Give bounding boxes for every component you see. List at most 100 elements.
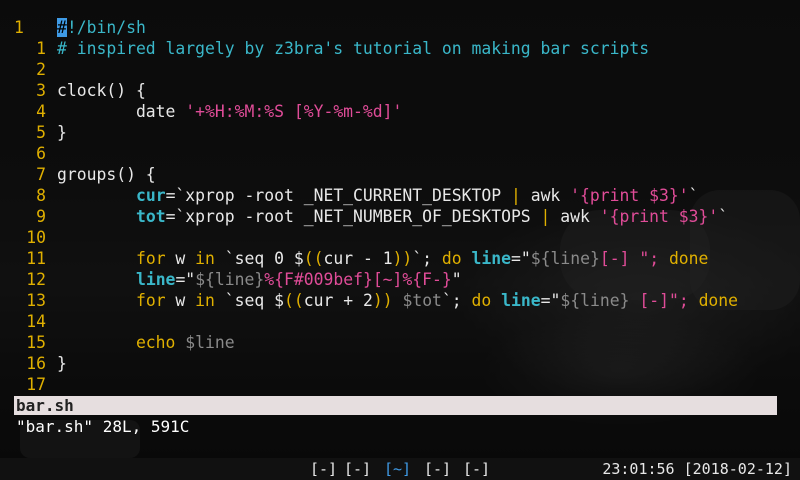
line-number: 4 [36, 102, 46, 121]
code-token: [-]"; [629, 291, 699, 310]
code-token: )) [392, 249, 413, 268]
code-token: ${line} [530, 249, 600, 268]
line-number: 7 [36, 165, 46, 184]
code-text: } [57, 353, 67, 374]
code-token: =`xprop -root _NET_NUMBER_OF_DESKTOPS [165, 207, 541, 226]
code-token: in [195, 291, 215, 310]
code-token: '+%H:%M:%S [%Y-%m-%d]' [185, 102, 403, 121]
top-panel-bar: [-] [-] [~] [-] [-] 23:01:56 [2018-02-12] [0, 458, 800, 480]
code-token: clock() { [57, 81, 146, 100]
line-number: 17 [26, 375, 46, 394]
line-number: 8 [36, 186, 46, 205]
code-token: | [510, 186, 521, 205]
code-token: cur - 1 [323, 249, 393, 268]
code-token: w [165, 291, 196, 310]
code-token: echo [57, 333, 186, 352]
code-token: for [135, 249, 166, 268]
code-token: groups() { [57, 165, 156, 184]
code-text: echo $line [57, 332, 235, 353]
line-number: 9 [36, 207, 46, 226]
code-text: line="${line}%{F#009bef}[~]%{F-}" [57, 269, 462, 290]
workspace-indicator[interactable]: [-] [310, 458, 337, 480]
line-number: 14 [26, 312, 46, 331]
code-token: `seq $ [214, 291, 284, 310]
line-number: 11 [26, 249, 46, 268]
line-number: 10 [26, 228, 46, 247]
code-text: date '+%H:%M:%S [%Y-%m-%d]' [57, 101, 402, 122]
code-token: =" [175, 270, 196, 289]
code-token: `seq 0 $ [214, 249, 304, 268]
code-token: " [451, 270, 462, 289]
code-token: done [668, 249, 709, 268]
panel-clock: 23:01:56 [2018-02-12] [602, 460, 792, 478]
workspace-indicator-active[interactable]: [~] [384, 458, 411, 480]
code-token: date [57, 102, 186, 121]
code-text: groups() { [57, 164, 156, 185]
code-token: in [195, 249, 215, 268]
line-number: 6 [36, 144, 46, 163]
vim-message-line: "bar.sh" 28L, 591C [16, 417, 190, 436]
code-token: tot [135, 207, 166, 226]
code-token: ${line} [195, 270, 265, 289]
statusline-filename: bar.sh [16, 396, 74, 415]
code-token: } [57, 123, 67, 142]
code-token: line [471, 249, 512, 268]
code-text: } [57, 122, 67, 143]
workspace-indicator[interactable]: [-] [463, 458, 490, 480]
code-token: do [471, 291, 492, 310]
line-number: 16 [26, 354, 46, 373]
line-number: 1 [36, 39, 46, 58]
code-token: =" [540, 291, 561, 310]
line-number: 2 [36, 60, 46, 79]
code-token: | [540, 207, 551, 226]
code-token: $line [185, 333, 235, 352]
line-number: 3 [36, 81, 46, 100]
code-token: =`xprop -root _NET_CURRENT_DESKTOP [165, 186, 511, 205]
code-token: awk [550, 207, 600, 226]
code-token: } [57, 354, 67, 373]
code-token: '{print $3}' [599, 207, 719, 226]
code-token: line [135, 270, 176, 289]
code-token: # inspired largely by z3bra's tutorial o… [57, 39, 650, 58]
code-text: #!/bin/sh [57, 17, 146, 38]
line-number: 15 [26, 333, 46, 352]
code-token: for [135, 291, 166, 310]
code-text: # inspired largely by z3bra's tutorial o… [57, 38, 649, 59]
code-token: ${line} [560, 291, 630, 310]
code-token: !/bin/sh [66, 18, 146, 37]
code-token: do [441, 249, 462, 268]
code-text: cur=`xprop -root _NET_CURRENT_DESKTOP | … [57, 185, 699, 206]
line-number: 1 [14, 18, 24, 37]
code-token: =" [511, 249, 531, 268]
code-token: ` [688, 186, 699, 205]
terminal-window[interactable]: 1 #!/bin/sh 1 # inspired largely by z3bra's… [0, 0, 800, 458]
code-token: (( [284, 291, 304, 310]
code-text: for w in `seq $((cur + 2)) $tot`; do lin… [57, 290, 738, 311]
code-token: %{F#009bef}[~]%{F-} [264, 270, 452, 289]
code-text: tot=`xprop -root _NET_NUMBER_OF_DESKTOPS… [57, 206, 728, 227]
workspace-indicator[interactable]: [-] [344, 458, 371, 480]
workspace-indicator[interactable]: [-] [424, 458, 451, 480]
code-token: $tot [402, 291, 442, 310]
line-number: 5 [36, 123, 46, 142]
code-token: `; [441, 291, 472, 310]
line-number: 12 [26, 270, 46, 289]
code-text: for w in `seq 0 $((cur - 1))`; do line="… [57, 248, 708, 269]
code-token: done [698, 291, 739, 310]
vim-statusline: bar.sh [14, 396, 777, 415]
code-token: `; [412, 249, 442, 268]
code-token: cur + 2 [303, 291, 373, 310]
code-token: (( [303, 249, 324, 268]
code-token: )) [372, 291, 393, 310]
code-token: line [501, 291, 541, 310]
code-token: '{print $3}' [570, 186, 689, 205]
code-text: clock() { [57, 80, 146, 101]
text-cursor: # [57, 18, 67, 37]
